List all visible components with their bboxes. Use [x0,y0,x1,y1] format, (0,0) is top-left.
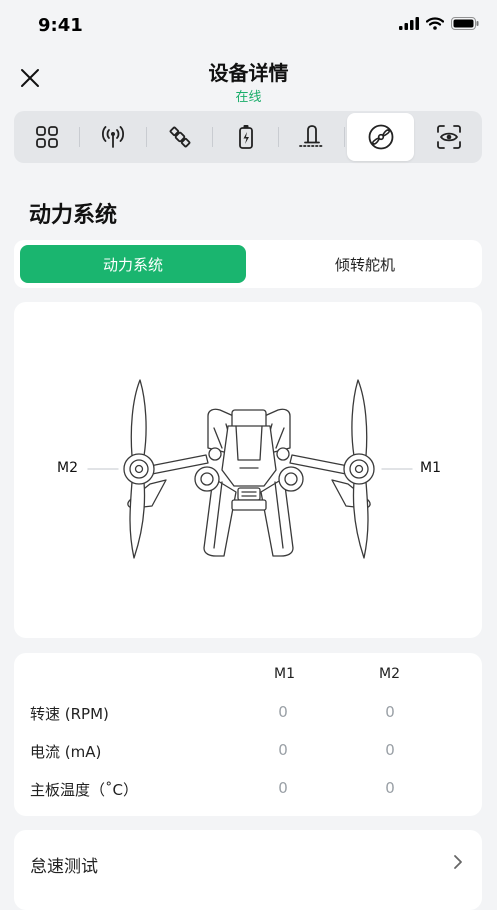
cell-rpm-m1: 0 [278,703,288,721]
tab-propulsion[interactable] [347,113,414,161]
row-label-temperature: 主板温度（˚C） [30,781,138,799]
tab-satellite[interactable] [147,113,213,161]
row-label-current: 电流 (mA) [30,743,102,761]
cell-temperature-m1: 0 [278,779,288,797]
cellular-signal-icon [399,17,419,30]
grid-icon [36,126,59,148]
beacon-icon [299,125,326,147]
tab-signal[interactable] [80,113,147,161]
column-header-m2: M2 [379,666,400,682]
section-title: 动力系统 [29,203,118,228]
device-tab-bar [14,111,482,163]
motor-label-left: M2 [57,460,78,476]
wifi-icon [426,17,444,30]
online-status: 在线 [235,90,262,105]
column-header-m1: M1 [274,666,295,682]
tab-overview[interactable] [14,113,81,161]
satellite-icon [169,126,191,148]
tab-vision[interactable] [416,113,482,161]
status-time: 9:41 [38,15,83,36]
cell-current-m1: 0 [278,741,288,759]
segment-power-system[interactable]: 动力系统 [20,245,246,283]
signal-icon [102,126,125,148]
chevron-right-icon[interactable] [452,853,464,871]
cell-current-m2: 0 [385,741,395,759]
status-icons [399,17,479,30]
segment-tilt-servo[interactable]: 倾转舵机 [254,245,476,283]
status-bar: 9:41 [0,0,497,54]
page-title: 设备详情 [208,61,289,85]
cell-temperature-m2: 0 [385,779,395,797]
battery-icon [239,125,253,149]
propeller-icon [368,124,393,150]
segmented-control: 动力系统 倾转舵机 [14,240,482,288]
cell-rpm-m2: 0 [385,703,395,721]
drone-diagram [87,379,413,559]
battery-status-icon [451,17,479,30]
motor-label-right: M1 [420,460,441,476]
tab-beacon[interactable] [279,113,346,161]
row-label-rpm: 转速 (RPM) [30,705,109,723]
idle-test-label: 怠速测试 [30,857,98,877]
tab-battery[interactable] [213,113,280,161]
vision-icon [436,125,461,149]
